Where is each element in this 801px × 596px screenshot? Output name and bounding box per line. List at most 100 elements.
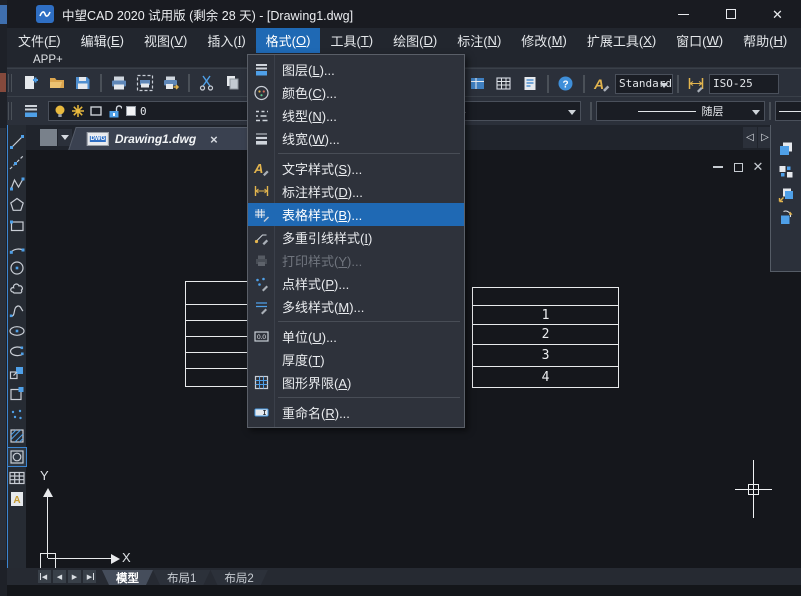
prev-tab-icon[interactable]: ◁	[743, 127, 757, 148]
arc-icon[interactable]	[8, 238, 26, 256]
menu-item-3[interactable]: 视图(V)	[134, 28, 197, 53]
text-style-icon[interactable]: A	[590, 72, 614, 96]
spline-icon[interactable]	[8, 301, 26, 319]
point-icon[interactable]	[8, 406, 26, 424]
maximize-icon[interactable]	[707, 0, 754, 28]
units-icon: 0.0	[248, 328, 274, 345]
format-menu-item-3[interactable]: 线型(N)...	[248, 104, 464, 127]
circle-icon[interactable]	[8, 259, 26, 277]
xline-icon[interactable]	[8, 154, 26, 172]
modify-toolbar	[770, 125, 801, 272]
table-row: 2	[473, 324, 618, 344]
prev-layout-icon[interactable]: ◀	[53, 570, 66, 583]
table-grid-icon[interactable]	[492, 72, 516, 96]
create-block-icon[interactable]	[8, 385, 26, 403]
rotate-icon[interactable]	[777, 209, 795, 227]
print-preview-icon[interactable]	[133, 71, 157, 95]
menu-item-1[interactable]: 文件(F)	[8, 28, 71, 53]
menu-item-10[interactable]: 扩展工具(X)	[577, 28, 666, 53]
dim-style-combo[interactable]: ISO-25	[709, 74, 779, 94]
format-menu-item-16[interactable]: 图形界限(A)	[248, 371, 464, 394]
new-file-icon[interactable]	[19, 71, 43, 95]
doc-restore-icon[interactable]	[728, 158, 748, 176]
close-icon[interactable]: ✕	[754, 0, 801, 28]
hatch-icon[interactable]	[8, 427, 26, 445]
layout-tab-3[interactable]: 布局2	[210, 570, 267, 585]
menu-item-6[interactable]: 工具(T)	[320, 28, 383, 53]
menu-bar: 文件(F)编辑(E)视图(V)插入(I)格式(O)工具(T)绘图(D)标注(N)…	[0, 28, 801, 53]
revcloud-icon[interactable]	[8, 280, 26, 298]
menu-item-8[interactable]: 标注(N)	[447, 28, 511, 53]
toolbar-grip[interactable]	[8, 102, 12, 120]
line-icon[interactable]	[8, 133, 26, 151]
toolbar-grip[interactable]	[8, 74, 12, 92]
format-menu-item-2[interactable]: 颜色(C)...	[248, 81, 464, 104]
table-icon[interactable]	[8, 469, 26, 487]
layers-icon[interactable]	[19, 99, 43, 123]
mline-style-icon	[248, 298, 274, 315]
menu-item-2[interactable]: 编辑(E)	[71, 28, 134, 53]
ellipse-icon[interactable]	[8, 322, 26, 340]
tab-list-box[interactable]	[40, 129, 57, 146]
first-layout-icon[interactable]: ◀	[38, 570, 51, 583]
menu-separator	[248, 150, 464, 157]
doc-minimize-icon[interactable]	[708, 158, 728, 176]
plot-icon[interactable]	[159, 71, 183, 95]
layout-tab-1[interactable]: 模型	[102, 570, 153, 585]
menu-item-7[interactable]: 绘图(D)	[383, 28, 447, 53]
print-icon[interactable]	[107, 71, 131, 95]
polyline-icon[interactable]	[8, 175, 26, 193]
format-menu-item-14[interactable]: 0.0单位(U)...	[248, 325, 464, 348]
format-menu-item-18[interactable]: 重命名(R)...	[248, 401, 464, 424]
format-menu-item-6[interactable]: A文字样式(S)...	[248, 157, 464, 180]
format-menu-item-7[interactable]: 标注样式(D)...	[248, 180, 464, 203]
insert-block-icon[interactable]	[8, 364, 26, 382]
sheet-icon[interactable]	[518, 72, 542, 96]
minimize-icon[interactable]	[660, 0, 707, 28]
text-style-combo[interactable]: Standard	[615, 74, 673, 94]
menu-item-label: 线型(N)...	[282, 106, 337, 125]
menu-item-label: 表格样式(B)...	[282, 205, 362, 224]
doc-close-icon[interactable]: ✕	[748, 158, 768, 176]
tab-close-icon[interactable]: ×	[210, 132, 218, 147]
next-layout-icon[interactable]: ▶	[68, 570, 81, 583]
last-layout-icon[interactable]: ▶	[83, 570, 96, 583]
help-icon[interactable]: ?	[554, 72, 578, 96]
viewport-icon[interactable]	[466, 72, 490, 96]
document-tab[interactable]: DWG Drawing1.dwg ×	[68, 127, 261, 150]
menu-item-label: 厚度(T)	[282, 350, 325, 369]
format-menu-item-12[interactable]: 多线样式(M)...	[248, 295, 464, 318]
ellipse-arc-icon[interactable]	[8, 343, 26, 361]
linetype-combo[interactable]: 随层	[596, 101, 765, 121]
copy-icon[interactable]	[777, 140, 795, 158]
lineweight-combo[interactable]	[775, 101, 801, 121]
cut-icon[interactable]	[195, 71, 219, 95]
menu-item-label: 线宽(W)...	[282, 129, 340, 148]
format-menu-item-11[interactable]: 点样式(P)...	[248, 272, 464, 295]
linetype-icon	[248, 107, 274, 124]
format-menu-item-8[interactable]: 表格样式(B)...	[248, 203, 464, 226]
format-menu-item-4[interactable]: 线宽(W)...	[248, 127, 464, 150]
rectangle-icon[interactable]	[8, 217, 26, 235]
region-icon[interactable]	[8, 448, 26, 466]
menu-item-12[interactable]: 帮助(H)	[733, 28, 797, 53]
format-menu-item-9[interactable]: 多重引线样式(I)	[248, 226, 464, 249]
copy-icon[interactable]	[221, 71, 245, 95]
format-menu-item-15[interactable]: 厚度(T)	[248, 348, 464, 371]
app-plus-menu[interactable]: APP+	[33, 54, 63, 66]
layout-tab-2[interactable]: 布局1	[153, 570, 210, 585]
window-controls: ✕	[660, 0, 801, 28]
ucs-x-label: X	[122, 550, 131, 565]
menu-item-9[interactable]: 修改(M)	[511, 28, 577, 53]
save-icon[interactable]	[71, 71, 95, 95]
dim-style-icon[interactable]	[684, 72, 708, 96]
menu-item-11[interactable]: 窗口(W)	[666, 28, 733, 53]
mirror-icon[interactable]	[777, 163, 795, 181]
menu-item-5[interactable]: 格式(O)	[256, 28, 321, 53]
move-icon[interactable]	[777, 186, 795, 204]
open-file-icon[interactable]	[45, 71, 69, 95]
menu-item-4[interactable]: 插入(I)	[197, 28, 255, 53]
mtext-icon[interactable]: A	[8, 490, 26, 508]
format-menu-item-1[interactable]: 图层(L)...	[248, 58, 464, 81]
polygon-icon[interactable]	[8, 196, 26, 214]
